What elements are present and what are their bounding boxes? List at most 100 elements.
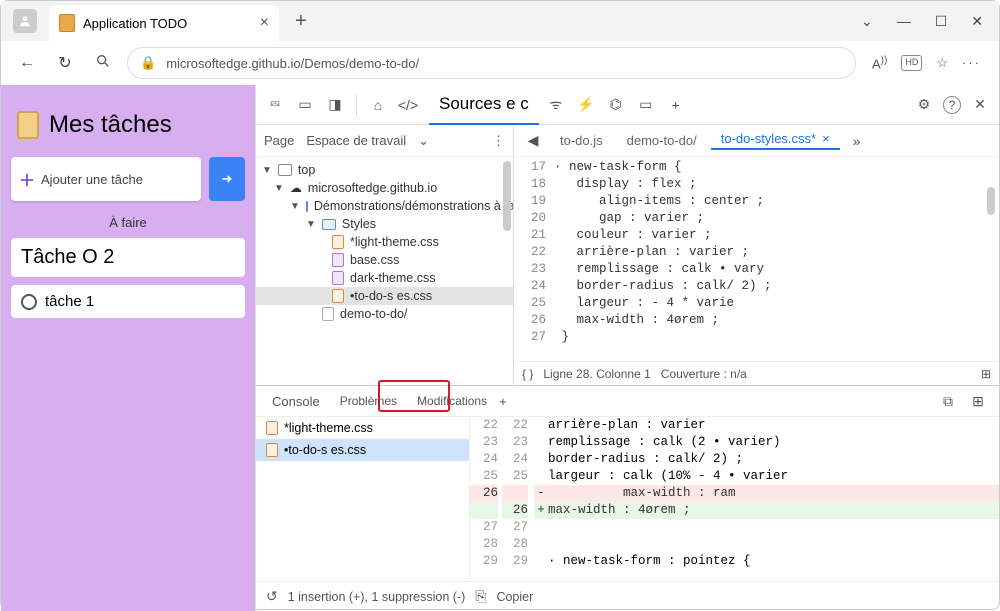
diff-gutter-old: 2223242526272829 (470, 417, 502, 581)
change-summary: 1 insertion (+), 1 suppression (-) (288, 590, 466, 604)
memory-icon[interactable]: ⌬ (603, 96, 629, 113)
file-icon (332, 271, 344, 285)
copy-label[interactable]: Copier (496, 590, 533, 604)
folder-icon (322, 219, 336, 230)
toolbar-right: A)) HD ☆ ··· (866, 55, 987, 71)
close-window-button[interactable]: ✕ (971, 13, 983, 30)
changed-files-list: *light-theme.css •to-do-s es.css (256, 417, 470, 581)
code-editor[interactable]: 1718192021222324252627 · new-task-form {… (514, 157, 999, 361)
add-task-row: ＋ Ajouter une tâche ➜ (11, 157, 245, 201)
minimize-button[interactable]: — (897, 13, 911, 30)
todo-app: Mes tâches ＋ Ajouter une tâche ➜ À faire… (1, 85, 255, 611)
expand-drawer-icon[interactable]: ⊞ (965, 393, 991, 410)
tab-page[interactable]: Page (264, 133, 294, 148)
add-task-input[interactable]: ＋ Ajouter une tâche (11, 157, 201, 201)
code-lines: · new-task-form { display : flex ; align… (554, 159, 999, 359)
browser-tab[interactable]: Application TODO × (49, 5, 279, 41)
more-icon[interactable]: ··· (962, 55, 981, 71)
favorite-icon[interactable]: ☆ (936, 55, 948, 71)
inspect-icon[interactable]: ⮹ (262, 96, 288, 113)
back-button[interactable]: ← (13, 54, 41, 72)
navigator-tabs: Page Espace de travail ⌄ ⋮ (256, 125, 513, 157)
chevron-down-icon[interactable]: ⌄ (861, 13, 873, 30)
diff-view[interactable]: 2223242526272829 2223242526272829 -+ arr… (470, 417, 999, 581)
sources-navigator: Page Espace de travail ⌄ ⋮ ▼top ▼☁micros… (256, 125, 514, 385)
application-icon[interactable]: ▭ (633, 96, 659, 113)
help-icon[interactable]: ? (943, 96, 961, 114)
browser-toolbar: ← ↻ 🔒 microsoftedge.github.io/Demos/demo… (1, 41, 999, 85)
editor-tabs: ◀ to-do.js demo-to-do/ to-do-styles.css*… (514, 125, 999, 157)
scrollbar[interactable] (503, 161, 511, 231)
undo-icon[interactable]: ↺ (266, 588, 278, 605)
elements-icon[interactable]: </> (395, 97, 421, 113)
add-drawer-tab-icon[interactable]: + (499, 394, 507, 409)
task-card[interactable]: tâche 1 (11, 285, 245, 318)
new-tab-button[interactable]: + (287, 6, 315, 37)
section-label: À faire (11, 215, 245, 230)
tab-title: Application TODO (83, 16, 187, 31)
drawer-tabs: Console Problèmes Modifications + ⧉ ⊞ (256, 386, 999, 416)
device-icon[interactable]: ▭ (292, 96, 318, 113)
coverage-icon[interactable]: ⊞ (981, 367, 991, 381)
home-icon[interactable]: ⌂ (365, 97, 391, 113)
performance-icon[interactable]: ⚡ (573, 96, 599, 113)
cloud-icon: ☁ (290, 181, 302, 195)
line-gutter: 1718192021222324252627 (514, 159, 554, 359)
drawer-body: *light-theme.css •to-do-s es.css 2223242… (256, 416, 999, 581)
file-icon (332, 235, 344, 249)
tab-sources[interactable]: Sources e c (429, 85, 539, 125)
diff-gutter-new: 2223242526272829 (502, 417, 534, 581)
window-controls: ⌄ — ☐ ✕ (845, 13, 999, 30)
lock-icon: 🔒 (140, 55, 156, 71)
close-icon[interactable]: × (822, 131, 830, 146)
dock-icon[interactable]: ◨ (322, 96, 348, 113)
tab-modifications[interactable]: Modifications (409, 390, 495, 412)
search-button-icon[interactable] (89, 53, 117, 74)
coverage-label: Couverture : n/a (661, 367, 747, 381)
maximize-button[interactable]: ☐ (935, 13, 948, 30)
radio-icon[interactable] (21, 294, 37, 310)
network-icon[interactable]: ᯤ (543, 95, 569, 114)
file-tab-active[interactable]: to-do-styles.css*× (711, 131, 840, 150)
drawer-status: ↺ 1 insertion (+), 1 suppression (-) ⎘ C… (256, 581, 999, 611)
editor: ◀ to-do.js demo-to-do/ to-do-styles.css*… (514, 125, 999, 385)
close-tab-button[interactable]: × (260, 14, 269, 32)
add-task-submit[interactable]: ➜ (209, 157, 245, 201)
address-bar[interactable]: 🔒 microsoftedge.github.io/Demos/demo-to-… (127, 47, 856, 79)
more-icon[interactable]: ⋮ (492, 133, 505, 149)
chevron-down-icon[interactable]: ⌄ (418, 133, 429, 149)
close-devtools-button[interactable]: ✕ (967, 96, 993, 113)
file-tab[interactable]: to-do.js (550, 133, 613, 148)
task-card[interactable]: Tâche O 2 (11, 238, 245, 277)
add-panel-icon[interactable]: + (663, 97, 689, 113)
url-text: microsoftedge.github.io/Demos/demo-to-do… (166, 56, 419, 71)
scrollbar[interactable] (987, 187, 995, 215)
braces-icon[interactable]: { } (522, 367, 533, 381)
dock-drawer-icon[interactable]: ⧉ (935, 393, 961, 410)
copy-icon[interactable]: ⎘ (475, 588, 486, 605)
file-tab[interactable]: demo-to-do/ (617, 133, 707, 148)
window-icon (278, 164, 292, 176)
refresh-button[interactable]: ↻ (51, 53, 79, 73)
devtools-topbar: ⮹ ▭ ◨ ⌂ </> Sources e c ᯤ ⚡ ⌬ ▭ + ⚙ ? ✕ (256, 85, 999, 125)
devtools-drawer: Console Problèmes Modifications + ⧉ ⊞ *l… (256, 385, 999, 611)
list-item[interactable]: •to-do-s es.css (256, 439, 469, 461)
tab-console[interactable]: Console (264, 390, 328, 413)
editor-status: { } Ligne 28. Colonne 1 Couverture : n/a… (514, 361, 999, 385)
file-icon (266, 443, 278, 457)
list-item[interactable]: *light-theme.css (256, 417, 469, 439)
file-tree[interactable]: ▼top ▼☁microsoftedge.github.io ▼Démonstr… (256, 157, 513, 385)
settings-icon[interactable]: ⚙ (911, 96, 937, 113)
separator (356, 94, 357, 116)
more-tabs-icon[interactable]: » (844, 133, 870, 149)
clipboard-icon (17, 111, 39, 139)
hd-icon[interactable]: HD (901, 55, 922, 71)
devtools-body: Page Espace de travail ⌄ ⋮ ▼top ▼☁micros… (256, 125, 999, 385)
main-content: Mes tâches ＋ Ajouter une tâche ➜ À faire… (1, 85, 999, 611)
tab-problems[interactable]: Problèmes (332, 390, 405, 412)
nav-back-icon[interactable]: ◀ (520, 132, 546, 149)
read-aloud-icon[interactable]: A)) (872, 55, 887, 71)
plus-icon: ＋ (19, 167, 35, 191)
tab-workspace[interactable]: Espace de travail (306, 133, 406, 148)
profile-avatar[interactable] (13, 9, 37, 33)
